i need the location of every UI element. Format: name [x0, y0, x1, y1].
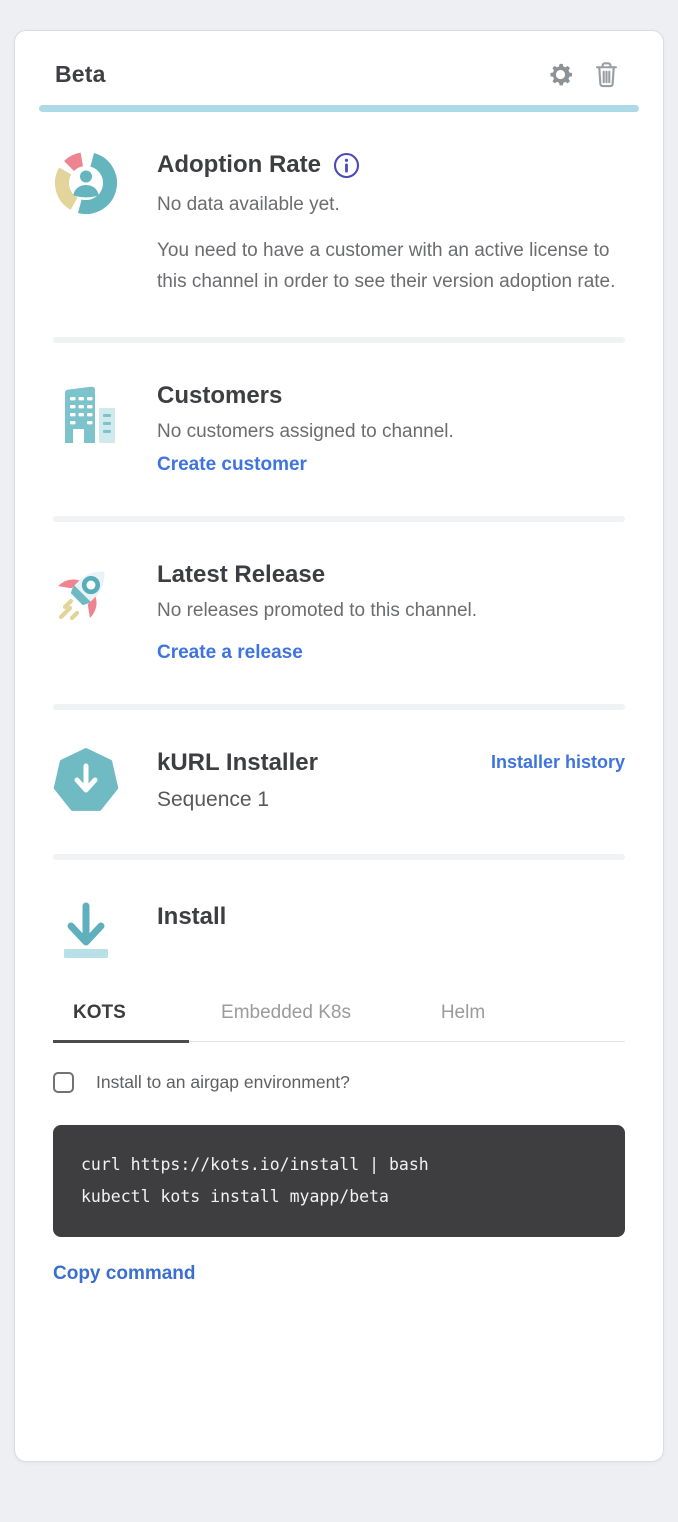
- channel-actions: [545, 59, 621, 89]
- gear-icon: [546, 60, 575, 89]
- channel-card-header: Beta: [15, 31, 663, 105]
- install-section: Install KOTS Embedded K8s Helm Install t…: [15, 860, 663, 1337]
- code-line: curl https://kots.io/install | bash: [81, 1149, 597, 1181]
- kurl-installer-title: kURL Installer: [157, 748, 318, 778]
- channel-delete-button[interactable]: [591, 59, 621, 89]
- channel-settings-button[interactable]: [545, 59, 575, 89]
- create-release-link[interactable]: Create a release: [157, 642, 303, 664]
- adoption-rate-empty-text: No data available yet.: [157, 190, 625, 220]
- airgap-option-row: Install to an airgap environment?: [53, 1072, 625, 1093]
- latest-release-section: Latest Release No releases promoted to t…: [15, 522, 663, 704]
- tab-kots[interactable]: KOTS: [53, 996, 189, 1043]
- customers-empty-text: No customers assigned to channel.: [157, 417, 625, 447]
- installer-sequence: Sequence 1: [157, 788, 318, 812]
- channel-accent-rule: [39, 105, 639, 112]
- rocket-icon: [53, 560, 119, 664]
- customers-building-icon: [53, 381, 119, 475]
- tab-helm[interactable]: Helm: [383, 996, 543, 1041]
- install-command-code-block: curl https://kots.io/install | bashkubec…: [53, 1125, 625, 1237]
- install-tabs: KOTS Embedded K8s Helm: [53, 996, 625, 1042]
- tab-embedded-k8s[interactable]: Embedded K8s: [189, 996, 383, 1041]
- copy-command-link[interactable]: Copy command: [53, 1263, 196, 1285]
- trash-icon: [593, 60, 620, 89]
- channel-title: Beta: [55, 61, 106, 88]
- download-arrow-icon: [53, 896, 119, 962]
- airgap-checkbox-label: Install to an airgap environment?: [96, 1072, 350, 1093]
- airgap-checkbox[interactable]: [53, 1072, 74, 1093]
- kurl-installer-section: kURL Installer Sequence 1 Installer hist…: [15, 710, 663, 854]
- latest-release-title: Latest Release: [157, 560, 625, 590]
- create-customer-link[interactable]: Create customer: [157, 454, 307, 476]
- installer-history-link[interactable]: Installer history: [491, 752, 625, 773]
- channel-card: Beta: [14, 30, 664, 1462]
- adoption-rate-donut-icon: [53, 150, 119, 297]
- code-line: kubectl kots install myapp/beta: [81, 1181, 597, 1213]
- adoption-rate-section: Adoption Rate No data available yet. You…: [15, 112, 663, 337]
- customers-title: Customers: [157, 381, 625, 411]
- kurl-heptagon-download-icon: [53, 748, 119, 814]
- info-icon[interactable]: [333, 152, 360, 179]
- adoption-rate-title: Adoption Rate: [157, 150, 321, 180]
- install-title: Install: [157, 902, 625, 932]
- latest-release-empty-text: No releases promoted to this channel.: [157, 596, 625, 626]
- customers-section: Customers No customers assigned to chann…: [15, 343, 663, 515]
- adoption-rate-help-text: You need to have a customer with an acti…: [157, 236, 625, 297]
